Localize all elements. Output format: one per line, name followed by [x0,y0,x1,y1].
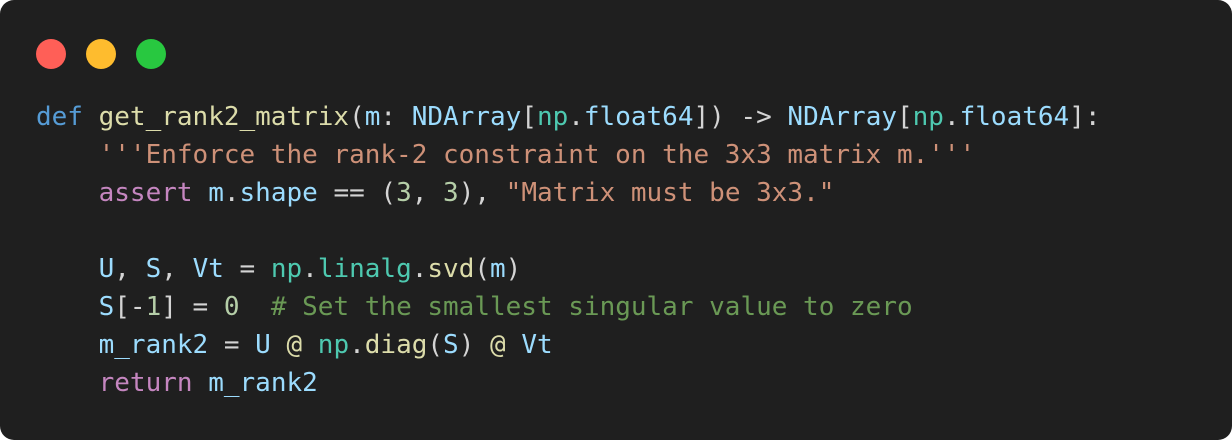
minimize-window-button[interactable] [86,39,116,69]
equality-op: == ( [317,178,397,208]
var-S: S [145,254,162,284]
dot: . [568,102,584,132]
dot: . [943,102,960,132]
module-np: np [317,330,350,360]
keyword-return: return [98,368,193,398]
comment: # Set the smallest singular value to zer… [270,292,913,322]
comma: , [114,254,146,284]
attr-shape: shape [239,178,318,208]
code-window: def get_rank2_matrix(m: NDArray[np.float… [0,0,1232,440]
string-literal: "Matrix must be 3x3." [505,178,835,208]
keyword-def: def [36,102,83,132]
comma: , [411,178,444,208]
module-np: np [912,102,944,132]
function-svd: svd [427,254,475,284]
var-m: m [490,254,506,284]
close-window-button[interactable] [36,39,66,69]
var-Vt: Vt [192,254,224,284]
number: 1 [145,292,162,322]
type-ndarray-return: NDArray [787,102,897,132]
bracket-paren-close: ]) [693,102,725,132]
code-line-5: U, S, Vt = np.linalg.svd(m) [36,250,1101,288]
paren-open: ( [474,254,491,284]
dot: . [302,254,318,284]
attr-float64: float64 [583,102,694,132]
code-line-8: return m_rank2 [36,364,1101,402]
param-m: m [364,102,381,132]
code-line-4-blank [36,212,1101,250]
var-Vt: Vt [521,330,553,360]
assign-op: = [208,330,256,360]
dot: . [411,254,428,284]
code-line-1: def get_rank2_matrix(m: NDArray[np.float… [36,98,1101,136]
return-arrow: -> [724,102,788,132]
type-ndarray: NDArray [411,102,522,132]
var-m: m [208,178,224,208]
bracket-colon: ]: [1069,102,1101,132]
var-U: U [98,254,115,284]
module-linalg: linalg [317,254,412,284]
code-line-3: assert m.shape == (3, 3), "Matrix must b… [36,174,1101,212]
number: 3 [396,178,412,208]
paren-close: ) [505,254,522,284]
var-S: S [443,330,459,360]
var-m-rank2: m_rank2 [98,330,209,360]
param-colon: : [380,102,412,132]
window-controls [36,39,166,69]
dot: . [349,330,365,360]
assign-op: ] = [161,292,224,322]
keyword-assert: assert [98,178,193,208]
paren-open: ( [349,102,365,132]
module-np: np [536,102,569,132]
zoom-window-button[interactable] [136,39,166,69]
paren-close: ) [458,330,475,360]
matmul-op: @ [270,330,318,360]
bracket-open: [ [521,102,537,132]
docstring: '''Enforce the rank-2 constraint on the … [98,140,976,170]
var-U: U [255,330,271,360]
number: 0 [223,292,240,322]
number: 3 [443,178,459,208]
function-diag: diag [364,330,428,360]
code-line-6: S[-1] = 0 # Set the smallest singular va… [36,288,1101,326]
assign-op: = [223,254,271,284]
module-np: np [270,254,303,284]
paren-open: ( [427,330,444,360]
attr-float64: float64 [959,102,1070,132]
code-line-7: m_rank2 = U @ np.diag(S) @ Vt [36,326,1101,364]
dot: . [223,178,240,208]
var-m-rank2: m_rank2 [208,368,318,398]
function-name: get_rank2_matrix [98,102,350,132]
matmul-op: @ [474,330,522,360]
index-open: [- [114,292,146,322]
bracket-open: [ [897,102,913,132]
comma: , [161,254,193,284]
code-block: def get_rank2_matrix(m: NDArray[np.float… [36,98,1101,402]
tuple-close: ), [458,178,506,208]
var-S: S [98,292,115,322]
code-line-2: '''Enforce the rank-2 constraint on the … [36,136,1101,174]
